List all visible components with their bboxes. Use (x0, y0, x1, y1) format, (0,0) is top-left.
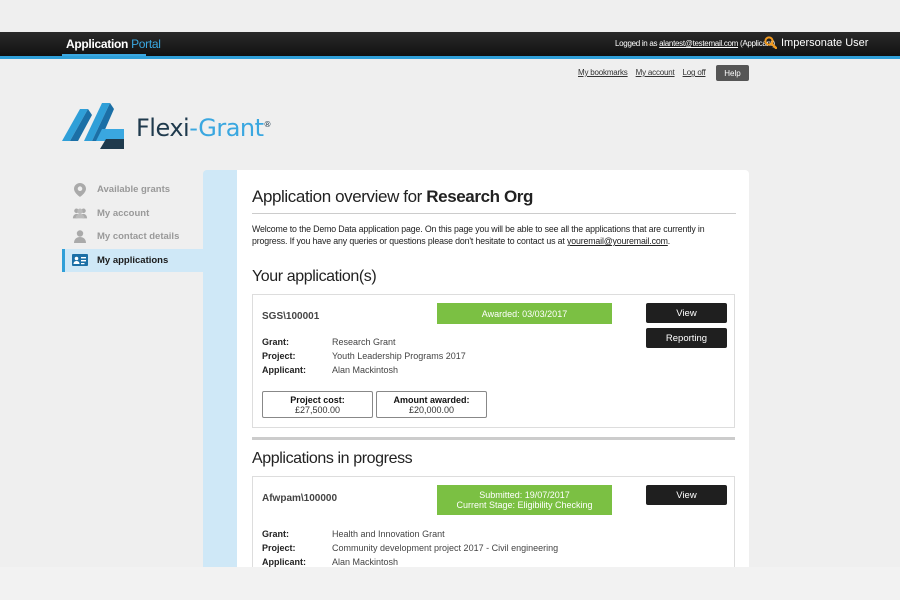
application-reference: SGS\100001 (262, 311, 320, 322)
sidebar-item-label: My account (97, 207, 150, 219)
in-progress-application-card: Afwpam\100000 Submitted: 19/07/2017 Curr… (252, 476, 735, 567)
applicant-row: Applicant: Alan Mackintosh (262, 363, 466, 377)
users-icon (72, 207, 88, 219)
flexi-grant-wordmark: Flexi-Grant® (136, 113, 272, 142)
impersonate-user-label: Impersonate User (781, 36, 869, 49)
sidebar-item-available-grants[interactable]: Available grants (62, 178, 203, 202)
grant-key: Grant: (262, 529, 289, 539)
welcome-text: Welcome to the Demo Data application pag… (252, 223, 738, 247)
user-icon (72, 230, 88, 244)
grant-row: Grant: Research Grant (262, 335, 466, 349)
view-button[interactable]: View (646, 303, 727, 323)
application-details: Grant: Research Grant Project: Youth Lea… (262, 335, 466, 377)
applicant-key: Applicant: (262, 557, 306, 567)
project-cost-value: £27,500.00 (294, 405, 341, 415)
application-details: Grant: Health and Innovation Grant Proje… (262, 527, 558, 567)
sidebar-nav: Available grants My account My contact d… (62, 178, 203, 272)
status-text: Awarded: 03/03/2017 (481, 308, 568, 319)
welcome-end: . (667, 236, 671, 246)
amount-awarded-label: Amount awarded: (393, 395, 470, 405)
project-cost-box: Project cost: £27,500.00 (262, 391, 373, 418)
org-name: Research Org (426, 187, 533, 206)
brand-main-text: Application (66, 37, 129, 51)
logo-registered-mark: ® (263, 119, 272, 129)
logged-in-prefix: Logged in as (615, 39, 658, 48)
applicant-value: Alan Mackintosh (332, 557, 399, 567)
impersonate-user-button[interactable]: Impersonate User (764, 36, 868, 49)
id-card-icon (72, 254, 88, 267)
utility-links: My bookmarks My account Log off (578, 68, 706, 77)
project-row: Project: Youth Leadership Programs 2017 (262, 349, 466, 363)
logo-flexi-text: Flexi (136, 113, 190, 142)
application-card: SGS\100001 Awarded: 03/03/2017 View Repo… (252, 294, 735, 428)
sidebar-item-my-account[interactable]: My account (62, 202, 203, 226)
sidebar-item-label: My contact details (97, 231, 180, 243)
brand-accent-text: Portal (131, 37, 161, 51)
login-info: Logged in as alantest@testemail.com (App… (615, 39, 775, 48)
page-title: Application overview for Research Org (252, 187, 533, 207)
content-side-stripe (203, 170, 237, 567)
project-row: Project: Community development project 2… (262, 541, 558, 555)
page-frame: Application Portal Logged in as alantest… (0, 0, 900, 567)
sidebar-item-my-applications[interactable]: My applications (62, 248, 203, 272)
view-button[interactable]: View (646, 485, 727, 505)
search-icon (764, 36, 777, 49)
bottom-margin (0, 567, 900, 600)
grant-value: Health and Innovation Grant (332, 529, 445, 539)
section-divider (252, 437, 735, 440)
map-pin-icon (72, 182, 88, 197)
my-account-link[interactable]: My account (636, 68, 675, 77)
applicant-key: Applicant: (262, 365, 306, 375)
reporting-button[interactable]: Reporting (646, 328, 727, 348)
status-line-stage: Current Stage: Eligibility Checking (456, 500, 593, 510)
sidebar-item-label: Available grants (97, 184, 171, 196)
project-value: Community development project 2017 - Civ… (332, 543, 559, 553)
project-cost-label: Project cost: (290, 395, 345, 405)
project-value: Youth Leadership Programs 2017 (332, 351, 466, 361)
grant-row: Grant: Health and Innovation Grant (262, 527, 558, 541)
status-badge: Submitted: 19/07/2017 Current Stage: Eli… (437, 485, 612, 515)
sidebar-item-my-contact-details[interactable]: My contact details (62, 225, 203, 249)
help-button[interactable]: Help (716, 65, 749, 81)
sidebar-item-label: My applications (97, 254, 169, 266)
amount-awarded-value: £20,000.00 (408, 405, 455, 415)
user-email-link[interactable]: alantest@testemail.com (659, 39, 738, 48)
status-line-submitted: Submitted: 19/07/2017 (479, 490, 570, 500)
flexi-grant-logo-mark-icon (62, 101, 124, 154)
applicant-value: Alan Mackintosh (332, 365, 399, 375)
amount-awarded-box: Amount awarded: £20,000.00 (376, 391, 487, 418)
grant-key: Grant: (262, 337, 289, 347)
brand-underline (62, 54, 146, 56)
logo-grant-text: Grant (198, 113, 264, 142)
applicant-row: Applicant: Alan Mackintosh (262, 555, 558, 567)
my-bookmarks-link[interactable]: My bookmarks (578, 68, 628, 77)
log-off-link[interactable]: Log off (683, 68, 706, 77)
status-badge: Awarded: 03/03/2017 (437, 303, 612, 324)
applications-in-progress-heading: Applications in progress (252, 450, 413, 467)
grant-value: Research Grant (332, 337, 396, 347)
project-key: Project: (262, 543, 296, 553)
title-prefix: Application overview for (252, 187, 422, 206)
your-applications-heading: Your application(s) (252, 268, 377, 285)
title-divider (252, 213, 736, 214)
contact-email-link[interactable]: youremail@youremail.com (567, 236, 668, 246)
application-portal-brand[interactable]: Application Portal (66, 37, 161, 51)
flexi-grant-logo: Flexi-Grant® (62, 101, 272, 154)
application-reference: Afwpam\100000 (262, 493, 338, 504)
topbar-accent-line (0, 56, 900, 59)
logo-dash-text: - (189, 113, 199, 142)
project-key: Project: (262, 351, 296, 361)
